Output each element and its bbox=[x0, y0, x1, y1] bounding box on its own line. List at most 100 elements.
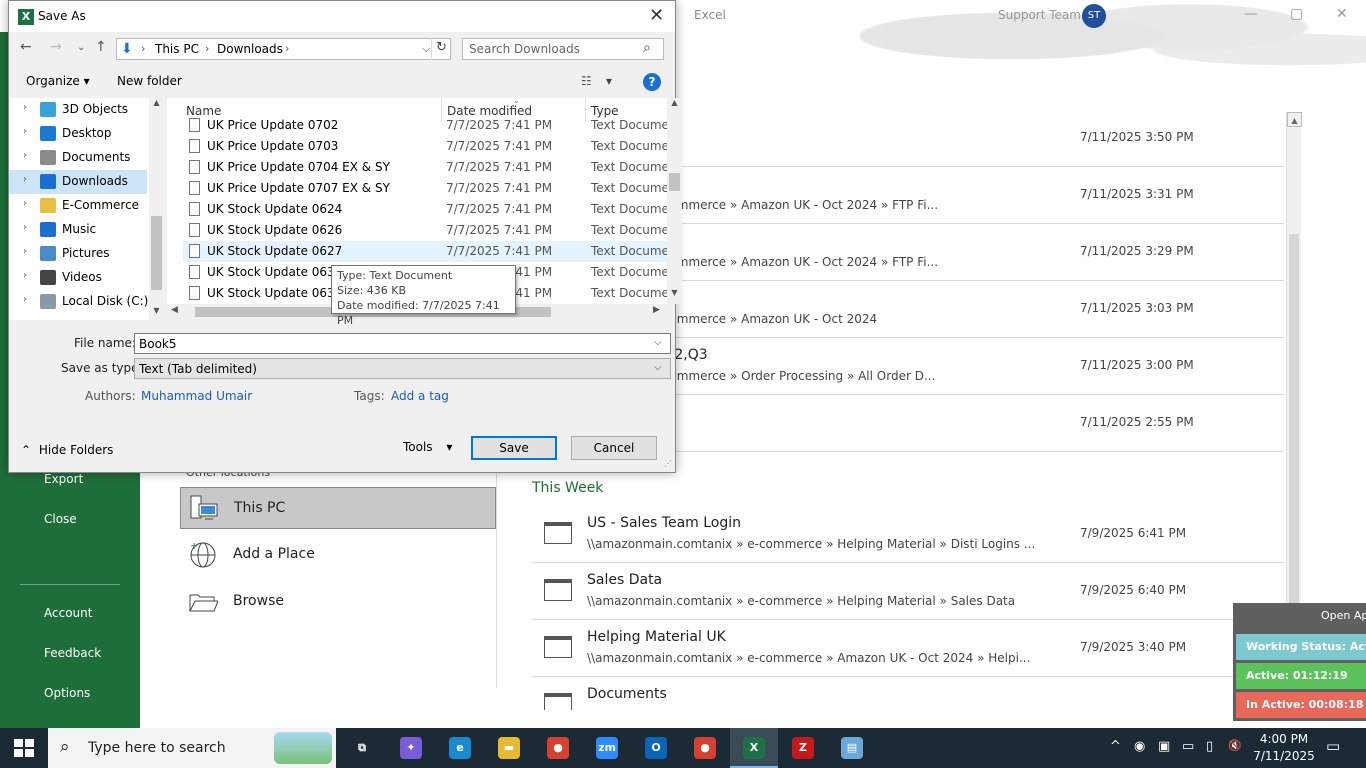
organize-button[interactable]: Organize ▾ bbox=[26, 74, 90, 88]
chevron-down-icon[interactable]: ⌵ bbox=[422, 42, 430, 56]
tree-item-3d-objects[interactable]: › 3D Objects bbox=[9, 98, 147, 122]
taskbar-copilot[interactable]: ✦ bbox=[387, 728, 435, 768]
file-list-scrollbar[interactable]: ▲ ▼ bbox=[667, 98, 682, 304]
scroll-up-icon[interactable]: ▲ bbox=[149, 98, 164, 107]
recent-folder-item[interactable]: US - Sales Team Login \\amazonmain.comtan… bbox=[532, 506, 1284, 563]
tree-item-local-disk-c[interactable]: › Local Disk (C:) bbox=[9, 290, 148, 314]
open-app-button[interactable]: Open Ap bbox=[1321, 609, 1366, 622]
tree-item-e-commerce[interactable]: › E-Commerce bbox=[9, 194, 147, 218]
windows-start-icon[interactable] bbox=[14, 739, 34, 757]
taskbar-filezilla[interactable]: Z bbox=[779, 728, 827, 768]
view-options-icon[interactable]: ☷ bbox=[581, 74, 592, 88]
location-add-place[interactable]: + Add a Place bbox=[180, 534, 496, 576]
cancel-button[interactable]: Cancel bbox=[571, 436, 657, 460]
scroll-down-icon[interactable]: ▼ bbox=[149, 306, 164, 315]
file-name-input[interactable] bbox=[139, 336, 644, 351]
taskbar-file-explorer[interactable]: ▬ bbox=[485, 728, 533, 768]
tags-field[interactable]: Add a tag bbox=[391, 389, 449, 403]
chevron-right-icon[interactable]: › bbox=[23, 222, 27, 233]
save-button[interactable]: Save bbox=[471, 436, 557, 460]
up-arrow-icon[interactable]: ↑ bbox=[95, 39, 107, 55]
volume-muted-icon[interactable]: 🔇 bbox=[1228, 739, 1242, 752]
chevron-right-icon[interactable]: › bbox=[23, 246, 27, 257]
chevron-down-icon[interactable]: ⌵ bbox=[654, 362, 662, 373]
resize-grip-icon[interactable]: ⋰ bbox=[664, 459, 672, 468]
file-row[interactable]: UK Stock Update 0624 7/7/2025 7:41 PM Text… bbox=[183, 199, 667, 220]
hide-folders-button[interactable]: ⌃ Hide Folders bbox=[21, 443, 113, 457]
show-hidden-icons-icon[interactable]: ^ bbox=[1110, 739, 1121, 754]
chevron-right-icon[interactable]: › bbox=[23, 174, 27, 185]
clock[interactable]: 4:00 PM 7/11/2025 bbox=[1252, 731, 1316, 765]
file-row[interactable]: UK Stock Update 0627 7/7/2025 7:41 PM Text… bbox=[183, 241, 667, 262]
breadcrumb-downloads[interactable]: Downloads bbox=[217, 42, 283, 56]
taskbar-excel[interactable]: X bbox=[730, 728, 778, 768]
dialog-titlebar[interactable]: X Save As ✕ bbox=[9, 1, 675, 32]
taskbar-chrome[interactable]: ● bbox=[534, 728, 582, 768]
file-row[interactable]: UK Price Update 0704 EX & SY 7/7/2025 7:4… bbox=[183, 157, 667, 178]
refresh-icon[interactable]: ↻ bbox=[431, 38, 451, 60]
file-row[interactable]: UK Price Update 0707 EX & SY 7/7/2025 7:4… bbox=[183, 178, 667, 199]
camera-icon[interactable]: ◉ bbox=[1134, 739, 1145, 754]
nav-export[interactable]: Export bbox=[44, 472, 83, 486]
nav-close[interactable]: Close bbox=[44, 512, 77, 526]
file-row[interactable]: UK Price Update 0703 7/7/2025 7:41 PM Text… bbox=[183, 136, 667, 157]
location-this-pc[interactable]: This PC bbox=[180, 487, 496, 529]
chevron-right-icon[interactable]: › bbox=[23, 150, 27, 161]
notification-icon[interactable]: ▭ bbox=[1326, 737, 1340, 755]
back-arrow-icon[interactable]: ← bbox=[20, 39, 32, 55]
tree-item-downloads[interactable]: › Downloads bbox=[9, 170, 147, 194]
file-row[interactable]: UK Price Update 0702 7/7/2025 7:41 PM Text… bbox=[183, 115, 667, 136]
scroll-right-icon[interactable]: ▶ bbox=[653, 305, 660, 315]
tree-item-pictures[interactable]: › Pictures bbox=[9, 242, 147, 266]
search-box[interactable]: ⌕ bbox=[462, 38, 664, 60]
maximize-button[interactable]: ▢ bbox=[1290, 6, 1303, 22]
tree-item-videos[interactable]: › Videos bbox=[9, 266, 147, 290]
tree-item-desktop[interactable]: › Desktop bbox=[9, 122, 147, 146]
taskbar-notepad[interactable]: ▤ bbox=[828, 728, 876, 768]
taskbar-edge[interactable]: e bbox=[436, 728, 484, 768]
address-bar[interactable]: ⬇ › This PC › Downloads › ⌵ bbox=[116, 38, 451, 60]
nav-feedback[interactable]: Feedback bbox=[44, 646, 101, 660]
chevron-down-icon[interactable]: ⌵ bbox=[654, 337, 662, 348]
chevron-right-icon[interactable]: › bbox=[23, 270, 27, 281]
view-dropdown-icon[interactable]: ▾ bbox=[606, 74, 612, 88]
recent-folder-item[interactable]: Sales Data \\amazonmain.comtanix » e-comm… bbox=[532, 563, 1284, 620]
network-icon[interactable]: ▯ bbox=[1206, 739, 1213, 754]
tools-button[interactable]: Tools ▾ bbox=[403, 440, 452, 454]
scroll-thumb[interactable] bbox=[151, 216, 162, 290]
scroll-up-icon[interactable]: ▲ bbox=[1287, 112, 1302, 127]
taskbar-zoom[interactable]: zm bbox=[583, 728, 631, 768]
taskbar-task-view[interactable]: ⧉ bbox=[338, 728, 386, 768]
scroll-left-icon[interactable]: ◀ bbox=[171, 305, 178, 315]
chevron-right-icon[interactable]: › bbox=[23, 198, 27, 209]
taskbar-chrome-profile[interactable]: ● bbox=[681, 728, 729, 768]
dialog-close-button[interactable]: ✕ bbox=[649, 5, 664, 26]
location-browse[interactable]: Browse bbox=[180, 581, 496, 623]
taskbar-outlook[interactable]: O bbox=[632, 728, 680, 768]
tree-scrollbar[interactable]: ▲ ▼ bbox=[149, 98, 164, 320]
save-type-select[interactable]: Text (Tab delimited) ⌵ bbox=[134, 358, 671, 379]
minimize-button[interactable]: — bbox=[1244, 6, 1258, 22]
scroll-down-icon[interactable]: ▼ bbox=[667, 288, 682, 297]
display-icon[interactable]: ▣ bbox=[1158, 739, 1170, 754]
recent-folder-item[interactable]: Helping Material UK \\amazonmain.comtanix… bbox=[532, 620, 1284, 677]
chevron-right-icon[interactable]: › bbox=[23, 102, 27, 113]
scroll-up-icon[interactable]: ▲ bbox=[667, 98, 682, 107]
forward-arrow-icon[interactable]: → bbox=[50, 39, 62, 55]
breadcrumb-this-pc[interactable]: This PC bbox=[155, 42, 199, 56]
search-input[interactable] bbox=[469, 41, 639, 57]
nav-options[interactable]: Options bbox=[44, 686, 90, 700]
tree-item-documents[interactable]: › Documents bbox=[9, 146, 147, 170]
help-icon[interactable]: ? bbox=[643, 73, 661, 91]
file-name-field[interactable]: ⌵ bbox=[134, 333, 671, 354]
taskbar-search[interactable]: ⌕ Type here to search bbox=[48, 728, 336, 768]
file-row[interactable]: UK Stock Update 0626 7/7/2025 7:41 PM Text… bbox=[183, 220, 667, 241]
avatar[interactable]: ST bbox=[1082, 4, 1106, 28]
user-name[interactable]: Support Team bbox=[998, 8, 1081, 22]
chevron-right-icon[interactable]: › bbox=[23, 126, 27, 137]
tree-item-music[interactable]: › Music bbox=[9, 218, 147, 242]
battery-icon[interactable]: ▭ bbox=[1182, 739, 1194, 754]
close-window-button[interactable]: ✕ bbox=[1336, 6, 1348, 22]
authors-field[interactable]: Muhammad Umair bbox=[141, 389, 252, 403]
nav-account[interactable]: Account bbox=[44, 606, 92, 620]
